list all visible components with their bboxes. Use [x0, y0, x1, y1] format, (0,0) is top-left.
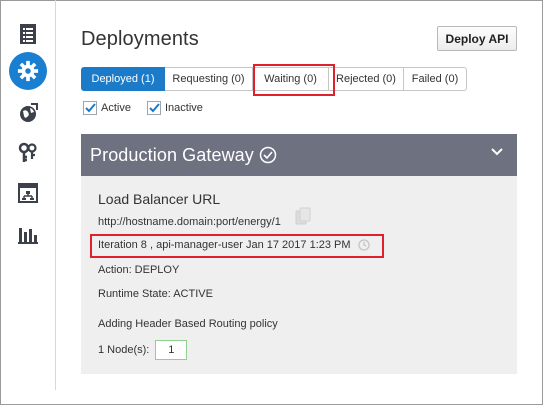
routing-note: Adding Header Based Routing policy: [98, 318, 278, 330]
tab-rejected[interactable]: Rejected (0): [329, 67, 404, 91]
inactive-filter[interactable]: Inactive: [147, 101, 203, 115]
iteration-text: Iteration 8 , api-manager-user Jan 17 20…: [98, 239, 351, 251]
inactive-filter-label: Inactive: [165, 102, 203, 114]
document-list-icon: [20, 24, 36, 44]
sidebar-nav: [0, 0, 56, 390]
iteration-info: Iteration 8 , api-manager-user Jan 17 20…: [98, 239, 370, 251]
checkmark-icon: [148, 103, 160, 113]
copy-icon[interactable]: [295, 207, 311, 225]
sidebar-item-grants[interactable]: [8, 93, 48, 133]
gear-icon: [17, 60, 39, 82]
sidebar-item-analytics[interactable]: [8, 215, 48, 255]
sidebar-item-security[interactable]: [8, 133, 48, 173]
nodes-label: 1 Node(s):: [98, 344, 150, 356]
sidebar-item-gateways[interactable]: [8, 173, 48, 213]
status-tabs: Deployed (1) Requesting (0) Waiting (0) …: [81, 67, 467, 91]
tab-waiting[interactable]: Waiting (0): [253, 67, 329, 91]
active-checkbox[interactable]: [83, 101, 97, 115]
inactive-checkbox[interactable]: [147, 101, 161, 115]
tab-failed[interactable]: Failed (0): [404, 67, 467, 91]
checkmark-icon: [84, 103, 96, 113]
chevron-down-icon[interactable]: [491, 148, 503, 156]
runtime-state: Runtime State: ACTIVE: [98, 288, 213, 300]
globe-deploy-icon: [20, 103, 38, 122]
node-count-badge[interactable]: 1: [155, 340, 188, 360]
clock-icon: [357, 239, 370, 251]
gateway-panel: Production Gateway Load Balancer URL htt…: [81, 134, 517, 374]
page-title: Deployments: [81, 28, 199, 50]
bar-chart-icon: [18, 228, 38, 244]
topology-icon: [18, 183, 38, 203]
load-balancer-url: http://hostname.domain:port/energy/1: [98, 216, 281, 228]
tab-requesting[interactable]: Requesting (0): [165, 67, 253, 91]
deploy-api-button[interactable]: Deploy API: [437, 26, 517, 51]
nodes-row: 1 Node(s): 1: [98, 340, 188, 360]
active-filter-label: Active: [101, 102, 131, 114]
load-balancer-label: Load Balancer URL: [98, 191, 221, 207]
active-filter[interactable]: Active: [83, 101, 131, 115]
tab-deployed[interactable]: Deployed (1): [81, 67, 165, 91]
sidebar-item-apis[interactable]: [8, 14, 48, 54]
gateway-panel-header[interactable]: Production Gateway: [81, 134, 517, 176]
check-circle-icon: [259, 146, 277, 164]
deploy-action: Action: DEPLOY: [98, 264, 180, 276]
gateway-title: Production Gateway: [90, 144, 254, 165]
sidebar-item-deployments[interactable]: [9, 52, 47, 90]
keys-icon: [18, 142, 37, 162]
